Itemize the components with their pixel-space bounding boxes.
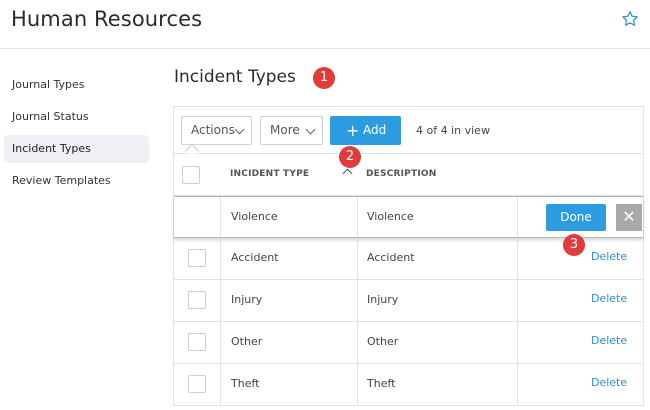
table-row: Theft Theft Delete [173,364,644,406]
page-title: Incident Types [174,67,296,87]
sidebar-item-review-templates[interactable]: Review Templates [4,167,149,195]
editing-row: Violence Violence Done ✕ [174,196,643,238]
more-label: More [270,123,300,137]
table-row: Accident Accident Delete [173,238,644,280]
actions-dropdown[interactable]: Actions [181,116,252,145]
incident-type-cell: Theft [231,377,260,390]
row-checkbox[interactable] [188,375,206,393]
sidebar-item-journal-status[interactable]: Journal Status [4,103,149,131]
done-button[interactable]: Done [546,204,606,231]
record-count: 4 of 4 in view [416,124,490,137]
app-title: Human Resources [11,7,203,31]
add-label: Add [363,123,387,137]
description-input[interactable]: Violence [367,210,414,223]
actions-label: Actions [191,123,235,137]
chevron-down-icon [305,124,316,135]
app-header: Human Resources [0,0,650,49]
delete-link[interactable]: Delete [591,292,627,305]
toolbar: Actions More + Add 4 of 4 in view [173,106,644,159]
delete-link[interactable]: Delete [591,250,627,263]
incident-type-cell: Accident [231,251,279,264]
row-checkbox[interactable] [188,333,206,351]
row-checkbox[interactable] [188,249,206,267]
column-header-incident-type[interactable]: INCIDENT TYPE [230,169,309,179]
sidebar-item-incident-types[interactable]: Incident Types [4,135,149,163]
incident-type-cell: Other [231,335,263,348]
description-cell: Theft [367,377,396,390]
description-cell: Other [367,335,399,348]
plus-icon: + [346,121,360,140]
delete-link[interactable]: Delete [591,376,627,389]
description-cell: Injury [367,293,399,306]
table-header: INCIDENT TYPE DESCRIPTION [173,154,644,196]
delete-link[interactable]: Delete [591,334,627,347]
cancel-edit-button[interactable]: ✕ [616,204,642,231]
callout-badge: 1 [313,67,335,89]
sort-ascending-icon[interactable] [342,168,353,179]
incident-type-input[interactable]: Violence [231,210,278,223]
sidebar-item-journal-types[interactable]: Journal Types [4,71,149,99]
table-row: Injury Injury Delete [173,280,644,322]
chevron-down-icon [234,124,245,135]
description-cell: Accident [367,251,415,264]
column-header-description[interactable]: DESCRIPTION [366,169,436,179]
more-dropdown[interactable]: More [260,116,323,145]
star-icon[interactable] [620,9,640,29]
row-checkbox[interactable] [188,291,206,309]
table-row: Other Other Delete [173,322,644,364]
select-all-checkbox[interactable] [182,166,200,184]
incident-type-cell: Injury [231,293,263,306]
add-button[interactable]: + Add [330,116,401,145]
